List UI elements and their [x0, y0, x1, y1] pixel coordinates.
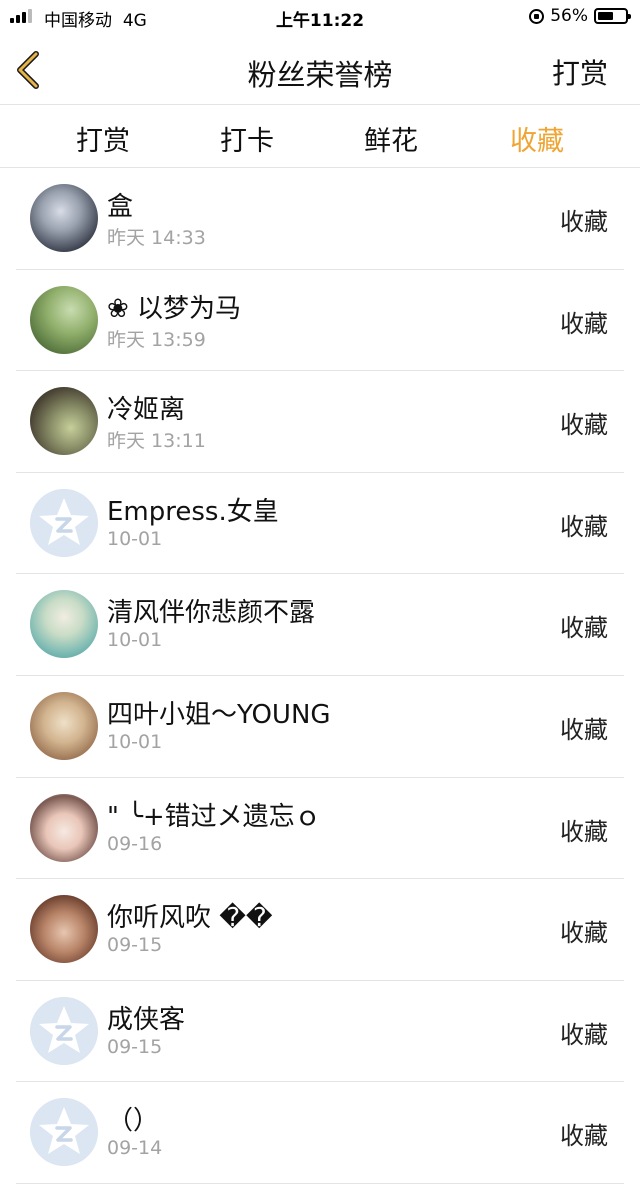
- list-item[interactable]: 冷姬离 昨天 13:11 收藏: [16, 371, 624, 473]
- fan-date: 10-01: [107, 527, 163, 550]
- orientation-lock-icon: [529, 8, 545, 24]
- fan-name: 清风伴你悲颜不露: [107, 598, 316, 629]
- avatar: [30, 184, 98, 252]
- list-item[interactable]: " ╰+错过メ遗忘ｏ 09-16 收藏: [16, 778, 624, 880]
- list-item[interactable]: Empress.女皇 10-01 收藏: [16, 473, 624, 575]
- status-bar: 中国移动 4G 上午11:22 56%: [0, 0, 640, 34]
- list-item[interactable]: 你听风吹 �� 09-15 收藏: [16, 879, 624, 981]
- favorite-label: 收藏: [560, 614, 608, 643]
- fan-date: 10-01: [107, 629, 163, 652]
- battery-percent: 56%: [550, 6, 588, 26]
- avatar: [30, 895, 98, 964]
- fan-date: 09-16: [107, 832, 163, 855]
- list-item[interactable]: （） 09-14 收藏: [16, 1082, 624, 1184]
- fan-name: " ╰+错过メ遗忘ｏ: [107, 801, 321, 832]
- page-title: 粉丝荣誉榜: [247, 58, 393, 92]
- nav-bar: 粉丝荣誉榜 打赏: [0, 34, 640, 105]
- list-item[interactable]: 成侠客 09-15 收藏: [16, 981, 624, 1083]
- fan-date: 昨天 14:33: [107, 227, 206, 249]
- default-avatar: [30, 996, 98, 1065]
- avatar: [30, 285, 98, 354]
- default-avatar: [30, 1098, 98, 1167]
- list-item[interactable]: ❀ 以梦为马 昨天 13:59 收藏: [16, 270, 624, 372]
- tab-reward[interactable]: 打赏: [76, 119, 130, 158]
- fan-name: ❀ 以梦为马: [107, 293, 242, 324]
- fan-date: 昨天 13:59: [107, 328, 206, 351]
- tab-checkin[interactable]: 打卡: [220, 119, 274, 158]
- fan-name: 成侠客: [107, 1004, 186, 1035]
- default-avatar: [30, 488, 98, 557]
- default-avatar-icon: [30, 488, 98, 557]
- favorite-label: 收藏: [560, 715, 608, 744]
- default-avatar-icon: [30, 1098, 98, 1167]
- list-item[interactable]: 盒 昨天 14:33 收藏: [16, 168, 624, 270]
- favorite-label: 收藏: [560, 208, 608, 236]
- list-item[interactable]: 清风伴你悲颜不露 10-01 收藏: [16, 574, 624, 676]
- fan-date: 10-01: [107, 730, 163, 753]
- tab-favorites[interactable]: 收藏: [510, 119, 564, 158]
- avatar: [30, 387, 98, 456]
- favorite-label: 收藏: [560, 309, 608, 338]
- fan-name: 你听风吹 ��: [107, 903, 273, 934]
- battery-icon: [594, 8, 631, 24]
- fan-name: 盒: [107, 192, 134, 222]
- fan-date: 09-14: [107, 1137, 163, 1160]
- list-item[interactable]: 四叶小姐～YOUNG 10-01 收藏: [16, 676, 624, 778]
- fan-list: 盒 昨天 14:33 收藏 ❀ 以梦为马 昨天 13:59 收藏 冷姬离 昨天 …: [0, 168, 640, 1184]
- favorite-label: 收藏: [560, 1122, 608, 1151]
- fan-name: 四叶小姐～YOUNG: [107, 699, 331, 730]
- fan-date: 09-15: [107, 934, 163, 957]
- avatar: [30, 590, 98, 659]
- favorite-label: 收藏: [560, 817, 608, 846]
- fan-name: Empress.女皇: [107, 496, 279, 527]
- fan-name: （）: [107, 1106, 160, 1137]
- tab-flowers[interactable]: 鲜花: [364, 119, 418, 158]
- avatar: [30, 793, 98, 862]
- avatar: [30, 691, 98, 760]
- fan-date: 09-15: [107, 1035, 163, 1058]
- reward-button[interactable]: 打赏: [552, 52, 608, 92]
- fan-name: 冷姬离: [107, 395, 186, 426]
- favorite-label: 收藏: [560, 512, 608, 541]
- favorite-label: 收藏: [560, 411, 608, 440]
- fan-date: 昨天 13:11: [107, 430, 206, 453]
- favorite-label: 收藏: [560, 1020, 608, 1049]
- favorite-label: 收藏: [560, 919, 608, 948]
- tab-bar: 打赏 打卡 鲜花 收藏: [0, 105, 640, 168]
- default-avatar-icon: [30, 996, 98, 1065]
